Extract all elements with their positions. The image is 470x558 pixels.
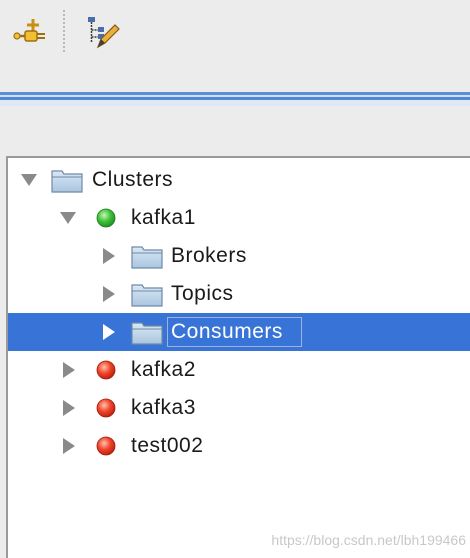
expand-toggle[interactable] <box>59 427 79 465</box>
edit-tree-button[interactable] <box>84 14 120 50</box>
expand-toggle[interactable] <box>99 237 119 275</box>
triangle-right-icon <box>103 324 115 340</box>
folder-icon <box>51 161 83 199</box>
tree-node-label: Brokers <box>171 244 247 267</box>
tree-node-label: kafka1 <box>131 206 196 229</box>
triangle-right-icon <box>103 248 115 264</box>
triangle-down-icon <box>60 212 76 224</box>
watermark: https://blog.csdn.net/lbh199466 <box>271 532 466 548</box>
connection-plug-add-icon <box>13 19 45 42</box>
tree-node-label: test002 <box>131 434 204 457</box>
tree-node-kafka3[interactable]: kafka3 <box>8 389 470 427</box>
status-green-icon <box>96 199 116 237</box>
expand-toggle[interactable] <box>59 389 79 427</box>
expand-toggle[interactable] <box>59 351 79 389</box>
tree-node-consumers[interactable]: Consumers <box>8 313 470 351</box>
tree-node-label: Clusters <box>92 168 174 191</box>
tree-node-label: kafka2 <box>131 358 196 381</box>
cluster-tree: Clusters kafka1 Brokers Topics Consumers… <box>6 156 470 558</box>
expand-toggle[interactable] <box>99 313 119 351</box>
add-cluster-button[interactable] <box>12 14 48 50</box>
tree-node-test002[interactable]: test002 <box>8 427 470 465</box>
triangle-down-icon <box>21 174 37 186</box>
tree-node-label: kafka3 <box>131 396 196 419</box>
triangle-right-icon <box>63 400 75 416</box>
folder-icon <box>131 275 163 313</box>
toolbar-subpanel <box>0 106 470 156</box>
status-red-icon <box>96 389 116 427</box>
tree-node-clusters[interactable]: Clusters <box>8 161 470 199</box>
folder-icon <box>131 237 163 275</box>
folder-icon <box>131 313 163 351</box>
tree-node-topics[interactable]: Topics <box>8 275 470 313</box>
expand-toggle[interactable] <box>19 161 39 199</box>
triangle-right-icon <box>63 438 75 454</box>
tree-node-label: Topics <box>171 282 234 305</box>
status-red-icon <box>96 351 116 389</box>
expand-toggle[interactable] <box>58 199 78 237</box>
triangle-right-icon <box>103 286 115 302</box>
toolbar-separator <box>63 10 65 52</box>
tree-node-brokers[interactable]: Brokers <box>8 237 470 275</box>
tree-node-label: Consumers <box>171 320 283 343</box>
expand-toggle[interactable] <box>99 275 119 313</box>
tree-node-kafka1[interactable]: kafka1 <box>8 199 470 237</box>
toolbar <box>0 0 470 92</box>
status-red-icon <box>96 427 116 465</box>
triangle-right-icon <box>63 362 75 378</box>
accent-divider <box>0 92 470 106</box>
tree-edit-pencil-icon <box>88 17 120 49</box>
tree-node-kafka2[interactable]: kafka2 <box>8 351 470 389</box>
